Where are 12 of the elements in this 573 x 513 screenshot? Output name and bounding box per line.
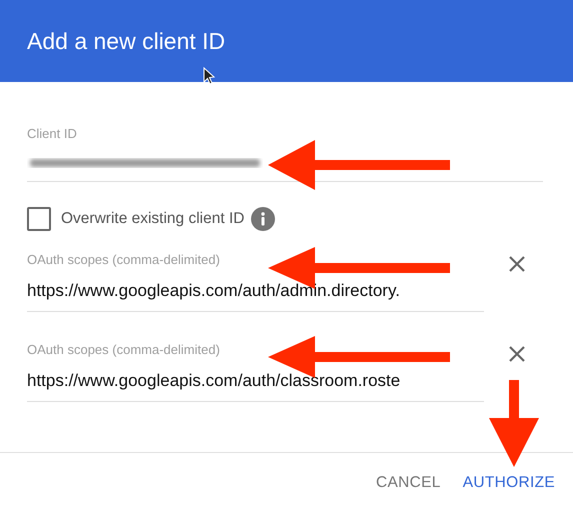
field-label: OAuth scopes (comma-delimited) xyxy=(27,252,221,267)
cancel-button[interactable]: CANCEL xyxy=(372,466,445,500)
close-icon xyxy=(509,256,525,272)
field-label: Client ID xyxy=(27,126,78,141)
field-label: OAuth scopes (comma-delimited) xyxy=(27,342,221,357)
dialog-title: Add a new client ID xyxy=(27,28,226,54)
checkbox-label: Overwrite existing client ID xyxy=(61,210,244,228)
authorize-button[interactable]: AUTHORIZE xyxy=(458,466,559,500)
close-icon xyxy=(509,346,525,362)
info-icon[interactable] xyxy=(251,207,276,231)
cursor-icon xyxy=(204,66,216,85)
checkbox[interactable] xyxy=(27,207,51,231)
